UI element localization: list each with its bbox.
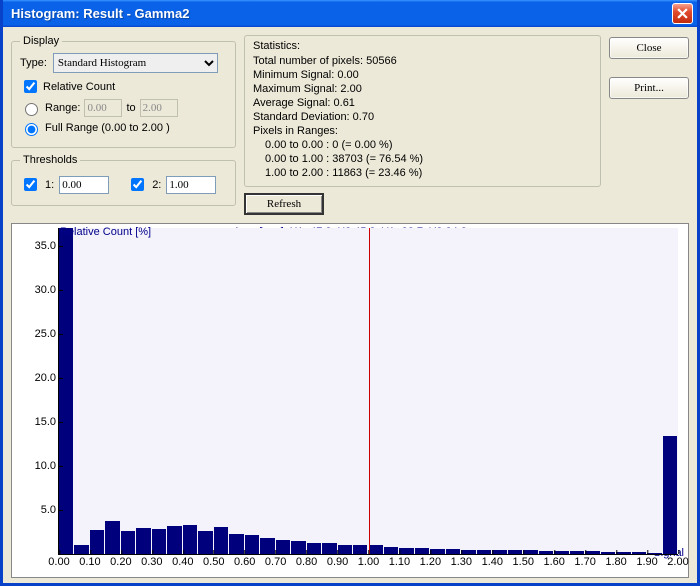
chart-plot-area: 5.010.015.020.025.030.035.00.000.100.200… <box>58 228 678 555</box>
chart-ytick: 5.0 <box>41 504 56 516</box>
threshold-line <box>369 228 370 554</box>
range-label: Range: <box>45 102 80 114</box>
threshold2-label: 2: <box>152 179 161 191</box>
chart-bar <box>167 526 181 554</box>
chart-xtick: 1.60 <box>543 554 564 568</box>
relative-count-label: Relative Count <box>43 81 115 93</box>
display-group: Display Type: Standard Histogram Relativ… <box>11 35 236 148</box>
chart-bar <box>152 529 166 554</box>
thresholds-group: Thresholds 1: 2: <box>11 154 236 206</box>
chart-xtick: 1.20 <box>420 554 441 568</box>
range-radio[interactable] <box>25 103 38 116</box>
chart-xtick: 1.70 <box>574 554 595 568</box>
close-button[interactable]: Close <box>609 37 689 59</box>
chart-bar <box>136 528 150 554</box>
chart-ylabel: Relative Count [%] <box>60 226 151 238</box>
chart-xtick: 0.10 <box>79 554 100 568</box>
chart-bar <box>121 531 135 554</box>
chart-xtick: 2.00 <box>667 554 688 568</box>
threshold1-label: 1: <box>45 179 54 191</box>
chart-bar <box>260 538 274 554</box>
full-range-label: Full Range (0.00 to 2.00 ) <box>45 122 170 134</box>
range-to-input[interactable] <box>140 99 178 117</box>
full-range-radio[interactable] <box>25 123 38 136</box>
chart-bar <box>198 531 212 554</box>
window-close-button[interactable] <box>672 3 693 24</box>
print-button[interactable]: Print... <box>609 77 689 99</box>
histogram-chart: Relative Count [%] Area [mm]: X1:-47.2, … <box>11 223 689 578</box>
chart-xtick: 1.90 <box>636 554 657 568</box>
type-select[interactable]: Standard Histogram <box>53 53 218 73</box>
chart-xtick: 0.90 <box>327 554 348 568</box>
chart-ytick: 10.0 <box>35 460 56 472</box>
stat-avg: Average Signal: 0.61 <box>253 96 592 110</box>
threshold1-checkbox[interactable] <box>24 178 37 191</box>
chart-bar <box>74 545 88 554</box>
window-title: Histogram: Result - Gamma2 <box>11 6 672 21</box>
chart-bar <box>307 543 321 554</box>
chart-xtick: 0.40 <box>172 554 193 568</box>
chart-bar <box>384 547 398 554</box>
relative-count-checkbox[interactable] <box>24 80 37 93</box>
stat-std: Standard Deviation: 0.70 <box>253 110 592 124</box>
chart-xtick: 1.80 <box>605 554 626 568</box>
chart-xtick: 0.80 <box>296 554 317 568</box>
chart-xtick: 1.50 <box>513 554 534 568</box>
chart-bar <box>183 525 197 554</box>
range-to-label: to <box>126 102 135 114</box>
statistics-group: Statistics: Total number of pixels: 5056… <box>244 35 601 187</box>
chart-bar <box>214 527 228 554</box>
chart-xtick: 1.30 <box>451 554 472 568</box>
chart-xtick: 0.70 <box>265 554 286 568</box>
refresh-button[interactable]: Refresh <box>244 193 324 215</box>
display-legend: Display <box>20 35 62 47</box>
range-from-input[interactable] <box>84 99 122 117</box>
chart-bar <box>353 545 367 554</box>
thresholds-legend: Thresholds <box>20 154 80 166</box>
stat-min: Minimum Signal: 0.00 <box>253 68 592 82</box>
chart-xtick: 0.30 <box>141 554 162 568</box>
stat-total: Total number of pixels: 50566 <box>253 54 592 68</box>
statistics-title: Statistics: <box>253 40 592 52</box>
chart-ytick: 35.0 <box>35 240 56 252</box>
chart-bar <box>90 530 104 554</box>
chart-bar <box>322 543 336 554</box>
threshold1-input[interactable] <box>59 176 109 194</box>
chart-ytick: 20.0 <box>35 372 56 384</box>
chart-xtick: 0.50 <box>203 554 224 568</box>
close-icon <box>677 8 688 19</box>
chart-bar <box>369 545 383 554</box>
chart-bar <box>276 540 290 554</box>
chart-bar <box>105 521 119 554</box>
stat-ranges-header: Pixels in Ranges: <box>253 124 592 138</box>
stat-range3: 1.00 to 2.00 : 11863 (= 23.46 %) <box>253 166 592 180</box>
stat-range2: 0.00 to 1.00 : 38703 (= 76.54 %) <box>253 152 592 166</box>
stat-max: Maximum Signal: 2.00 <box>253 82 592 96</box>
chart-xtick: 0.20 <box>110 554 131 568</box>
threshold2-input[interactable] <box>166 176 216 194</box>
chart-xtick: 1.00 <box>358 554 379 568</box>
chart-ytick: 30.0 <box>35 284 56 296</box>
chart-xtick: 0.00 <box>48 554 69 568</box>
chart-bar <box>663 436 677 554</box>
type-label: Type: <box>20 57 47 69</box>
chart-xtick: 1.10 <box>389 554 410 568</box>
threshold2-checkbox[interactable] <box>131 178 144 191</box>
chart-bar <box>59 228 73 554</box>
stat-range1: 0.00 to 0.00 : 0 (= 0.00 %) <box>253 138 592 152</box>
chart-bar <box>338 545 352 554</box>
chart-ytick: 25.0 <box>35 328 56 340</box>
chart-xtick: 1.40 <box>482 554 503 568</box>
chart-bar <box>245 535 259 554</box>
chart-ytick: 15.0 <box>35 416 56 428</box>
titlebar: Histogram: Result - Gamma2 <box>3 0 697 27</box>
chart-bar <box>291 541 305 554</box>
chart-bar <box>229 534 243 554</box>
chart-xtick: 0.60 <box>234 554 255 568</box>
